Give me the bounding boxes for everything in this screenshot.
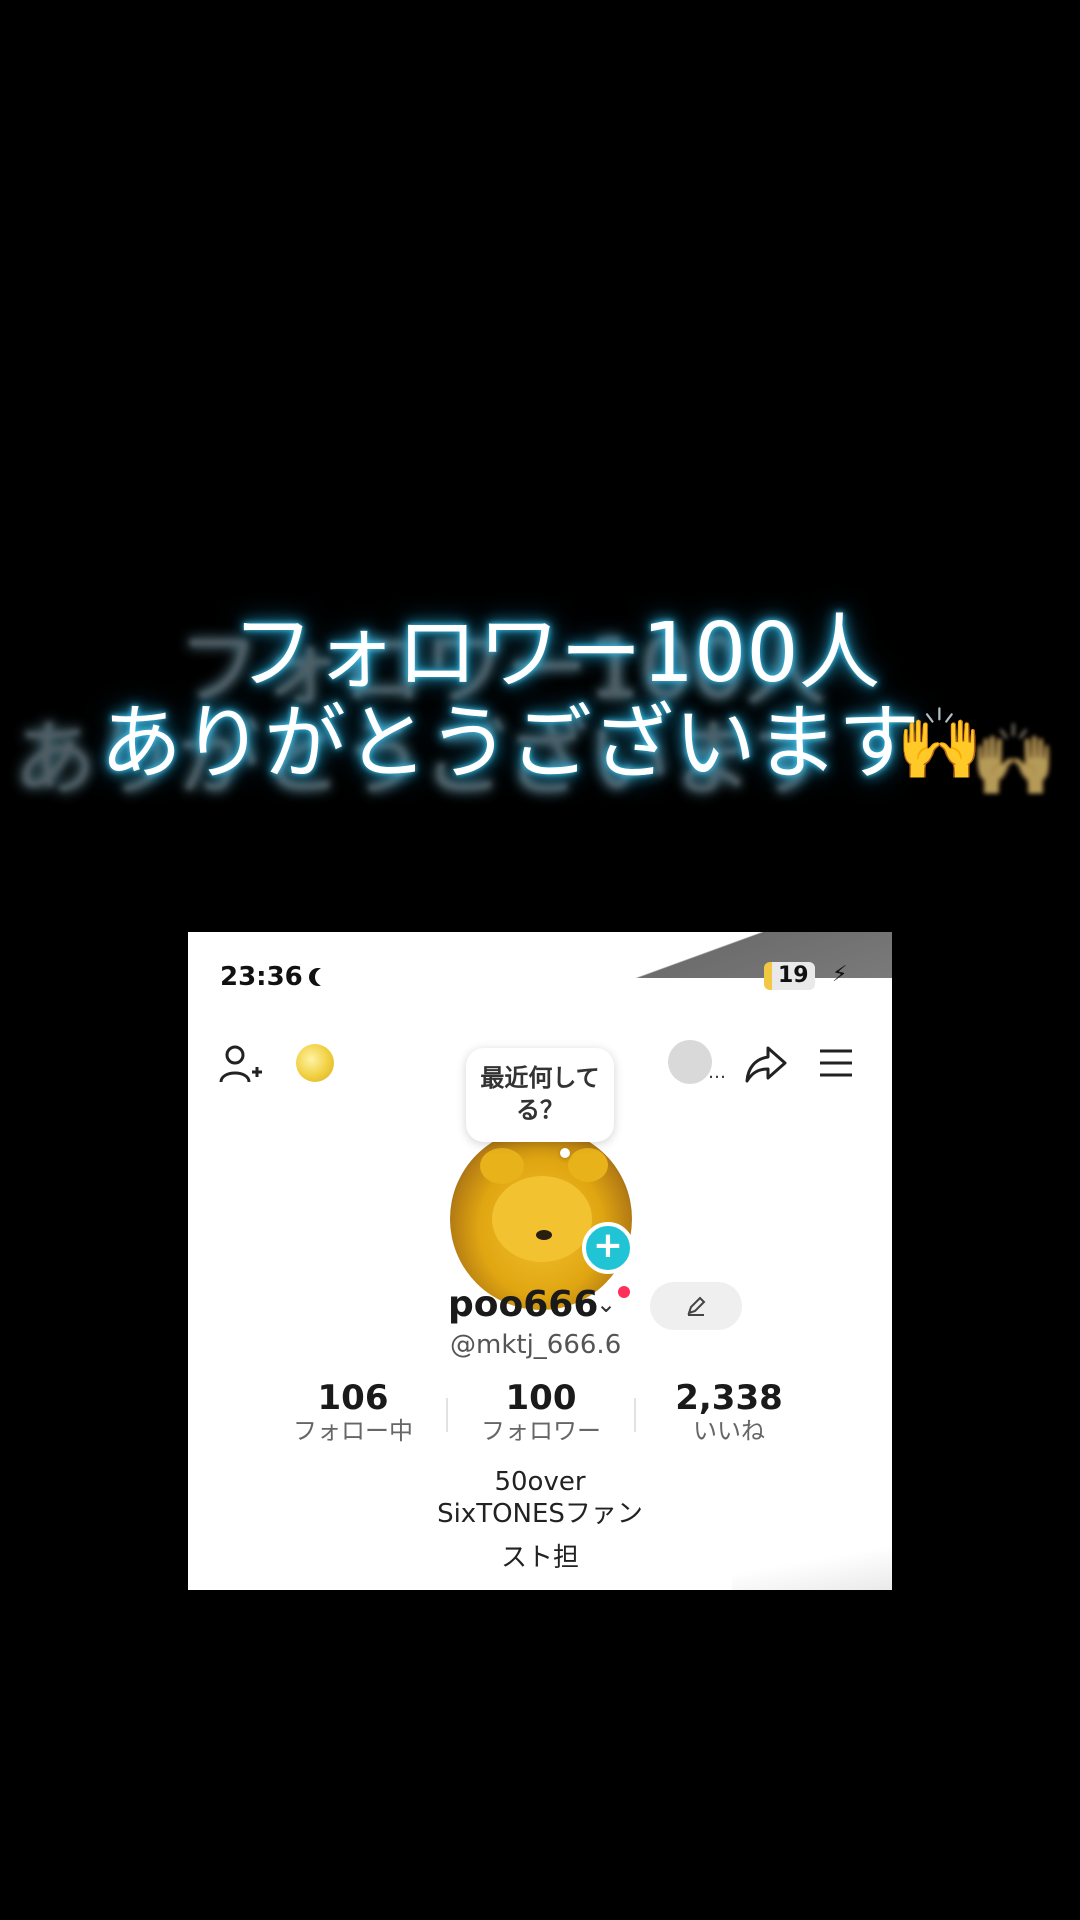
- stat-label: フォロー中: [293, 1417, 413, 1445]
- profile-screenshot: 23:36 19 ⚡ … 最近何してる？ + poo666 ⌄ @mktj_66: [188, 932, 892, 1590]
- thought-bubble-tail: [560, 1148, 570, 1158]
- pooh-ear: [480, 1148, 524, 1184]
- stat-label: いいね: [693, 1417, 765, 1445]
- notification-dot: [618, 1286, 630, 1298]
- divider: [634, 1398, 636, 1432]
- moon-icon: [309, 968, 327, 986]
- pooh-nose: [536, 1230, 552, 1240]
- coin-icon[interactable]: [296, 1044, 334, 1082]
- share-icon[interactable]: [744, 1044, 788, 1084]
- plus-icon[interactable]: +: [582, 1222, 634, 1274]
- screenshot-shade: [622, 932, 892, 978]
- bolt-icon: ⚡: [832, 962, 848, 987]
- divider: [446, 1398, 448, 1432]
- battery-indicator: 19: [764, 962, 815, 990]
- avatar[interactable]: [450, 1128, 632, 1310]
- user-handle: @mktj_666.6: [450, 1330, 622, 1360]
- caption-overlay: フォロワー100人 ありがとうございます 🙌 フォロワー100人 ありがとうござ…: [0, 600, 1080, 840]
- hands-emoji: 🙌: [896, 703, 984, 785]
- stat-label: フォロワー: [481, 1417, 601, 1445]
- edit-profile-button[interactable]: [650, 1282, 742, 1330]
- pooh-ear: [568, 1148, 608, 1182]
- bio-line: SixTONESファン: [437, 1499, 643, 1529]
- edit-icon: [687, 1296, 706, 1316]
- caption-line2: ありがとうございます: [100, 696, 921, 791]
- screenshot-edge-fade: [732, 1530, 892, 1590]
- menu-icon[interactable]: [818, 1048, 854, 1078]
- pooh-face: [492, 1176, 592, 1262]
- stat-value: 106: [317, 1378, 389, 1418]
- stat-value: 2,338: [675, 1378, 783, 1418]
- chevron-down-icon[interactable]: ⌄: [596, 1290, 616, 1318]
- stat-followers[interactable]: 100 フォロワー: [456, 1380, 626, 1446]
- status-time-text: 23:36: [220, 962, 303, 992]
- avatar-switcher-icon[interactable]: [668, 1040, 712, 1084]
- thought-bubble[interactable]: 最近何してる？: [466, 1048, 614, 1142]
- status-time: 23:36: [220, 962, 327, 992]
- caption-line1: フォロワー100人: [232, 606, 881, 701]
- profile-stats: 106 フォロー中 100 フォロワー 2,338 いいね: [188, 1380, 892, 1452]
- more-dots-icon: …: [708, 1062, 726, 1083]
- stat-value: 100: [505, 1378, 577, 1418]
- stat-likes[interactable]: 2,338 いいね: [644, 1380, 814, 1446]
- stat-following[interactable]: 106 フォロー中: [268, 1380, 438, 1446]
- username: poo666: [448, 1284, 599, 1325]
- bio-line: 50over: [494, 1467, 586, 1497]
- add-user-icon[interactable]: [218, 1042, 264, 1088]
